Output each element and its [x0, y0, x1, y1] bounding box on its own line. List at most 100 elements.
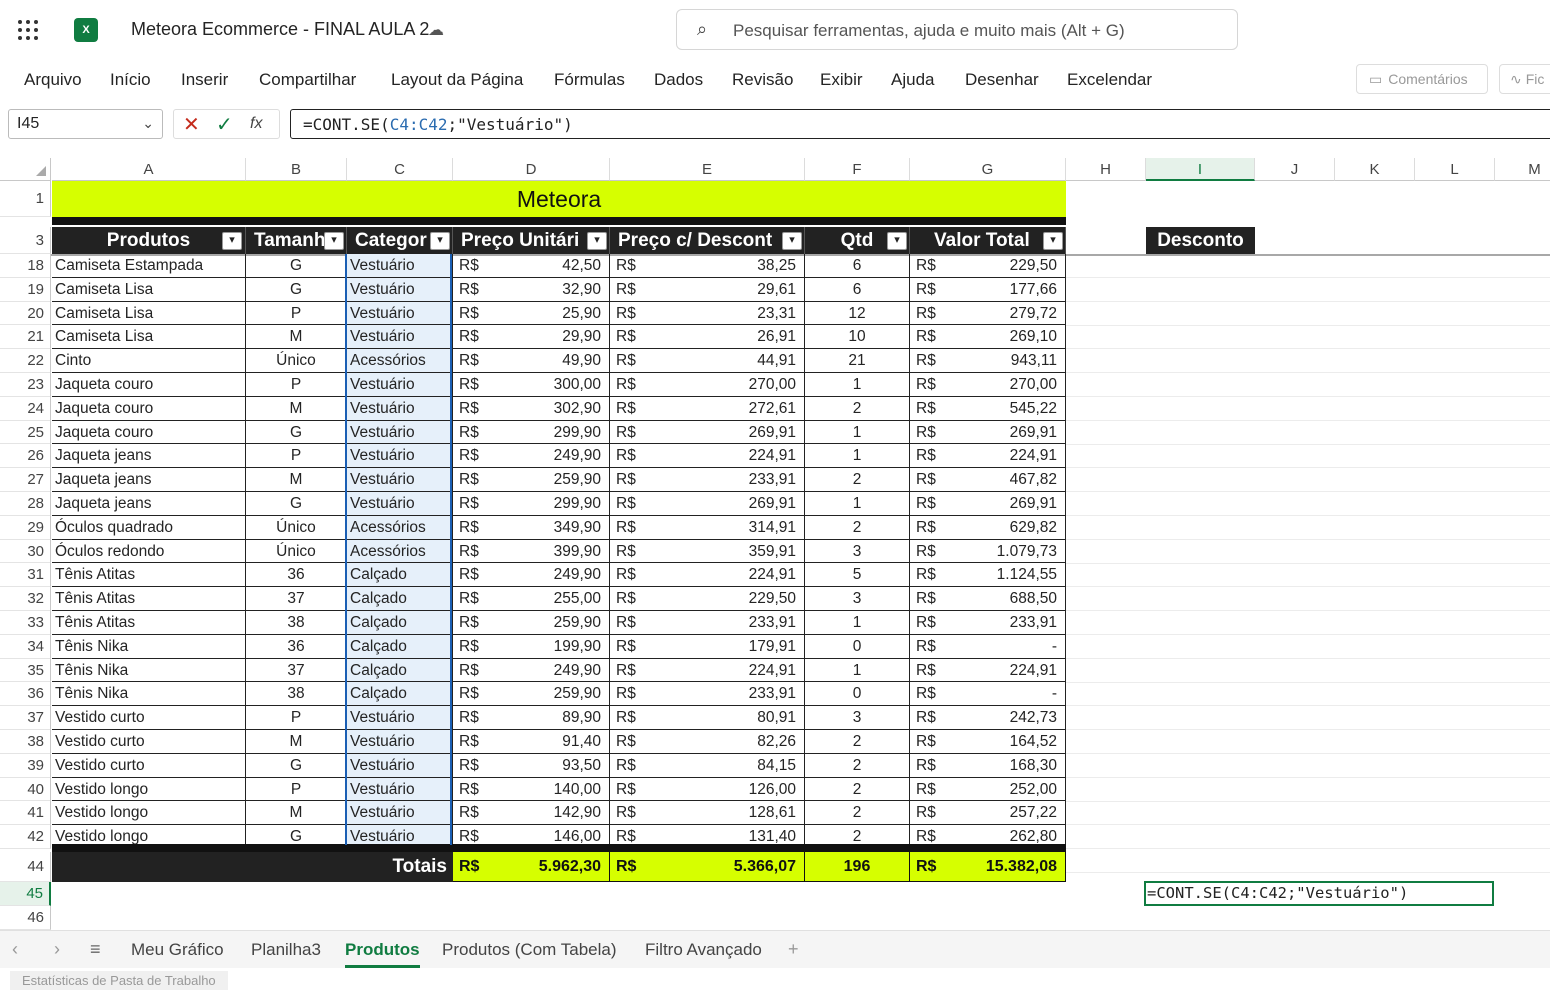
row-header[interactable]: 34 — [0, 635, 51, 659]
cell-qtd[interactable]: 1 — [805, 421, 910, 444]
row-header[interactable]: 18 — [0, 254, 51, 278]
cell-categoria[interactable]: Vestuário — [347, 801, 453, 825]
cell-preco-desconto[interactable]: R$ 29,61 — [610, 278, 805, 302]
cell-tamanho[interactable]: 36 — [246, 635, 347, 659]
cell-produto[interactable]: Camiseta Estampada — [52, 254, 246, 278]
document-title[interactable]: Meteora Ecommerce - FINAL AULA 2 — [131, 19, 429, 40]
cell-qtd[interactable]: 21 — [805, 349, 910, 373]
cell-qtd[interactable]: 2 — [805, 397, 910, 421]
search-box[interactable]: ⌕ Pesquisar ferramentas, ajuda e muito m… — [676, 9, 1238, 50]
cell-categoria[interactable]: Vestuário — [347, 754, 453, 778]
cell-qtd[interactable]: 1 — [805, 444, 910, 468]
cell-produto[interactable]: Jaqueta couro — [52, 421, 246, 444]
cell-preco-desconto[interactable]: R$ 314,91 — [610, 516, 805, 540]
cell-tamanho[interactable]: Único — [246, 540, 347, 563]
cell-preco-unitario[interactable]: R$ 140,00 — [453, 778, 610, 801]
formula-input[interactable]: =CONT.SE(C4:C42;"Vestuário") — [290, 109, 1550, 139]
insert-function-icon[interactable]: fx — [250, 115, 262, 133]
cell-categoria[interactable]: Vestuário — [347, 421, 453, 444]
cell-produto[interactable]: Jaqueta couro — [52, 373, 246, 397]
cell-categoria[interactable]: Calçado — [347, 659, 453, 682]
cell-categoria[interactable]: Vestuário — [347, 254, 453, 278]
row-header[interactable]: 37 — [0, 706, 51, 730]
cell-qtd[interactable]: 2 — [805, 516, 910, 540]
comments-button[interactable]: ▭ Comentários — [1356, 64, 1488, 94]
header-produtos[interactable]: Produtos — [52, 227, 246, 254]
filter-dropdown-icon[interactable]: ▾ — [782, 232, 802, 250]
cell-tamanho[interactable]: M — [246, 397, 347, 421]
cell-preco-desconto[interactable]: R$ 269,91 — [610, 421, 805, 444]
sheet-tab[interactable]: Planilha3 — [251, 940, 321, 960]
cell-valor-total[interactable]: R$ 270,00 — [910, 373, 1066, 397]
cell-preco-unitario[interactable]: R$ 142,90 — [453, 801, 610, 825]
cell-valor-total[interactable]: R$ 269,91 — [910, 492, 1066, 516]
cell-categoria[interactable]: Vestuário — [347, 278, 453, 302]
cell-produto[interactable]: Vestido curto — [52, 754, 246, 778]
saved-cloud-icon[interactable]: ☁ — [428, 20, 444, 40]
worksheet-grid[interactable]: Meteora Produtos Tamanh Categor Preço Un… — [0, 158, 1550, 930]
row-header[interactable]: 39 — [0, 754, 51, 778]
add-sheet-button[interactable]: + — [788, 939, 799, 960]
cell-tamanho[interactable]: G — [246, 254, 347, 278]
cell-preco-desconto[interactable]: R$ 233,91 — [610, 468, 805, 492]
cell-produto[interactable]: Jaqueta jeans — [52, 444, 246, 468]
ribbon-tab[interactable]: Arquivo — [24, 70, 82, 90]
cell-categoria[interactable]: Vestuário — [347, 302, 453, 325]
ribbon-tab[interactable]: Excelendar — [1067, 70, 1152, 90]
cell-qtd[interactable]: 1 — [805, 373, 910, 397]
cell-produto[interactable]: Jaqueta couro — [52, 397, 246, 421]
desconto-header[interactable]: Desconto — [1146, 227, 1255, 254]
ribbon-tab[interactable]: Inserir — [181, 70, 228, 90]
cell-preco-desconto[interactable]: R$ 179,91 — [610, 635, 805, 659]
cell-preco-unitario[interactable]: R$ 25,90 — [453, 302, 610, 325]
cell-preco-unitario[interactable]: R$ 49,90 — [453, 349, 610, 373]
cell-valor-total[interactable]: R$ - — [910, 682, 1066, 706]
cell-qtd[interactable]: 3 — [805, 540, 910, 563]
row-header[interactable]: 38 — [0, 730, 51, 754]
row-header[interactable]: 32 — [0, 587, 51, 611]
cell-preco-desconto[interactable]: R$ 23,31 — [610, 302, 805, 325]
column-header[interactable]: K — [1335, 158, 1415, 181]
name-box[interactable]: I45 ⌄ — [8, 109, 163, 139]
cell-preco-desconto[interactable]: R$ 233,91 — [610, 611, 805, 635]
cell-tamanho[interactable]: M — [246, 468, 347, 492]
cell-qtd[interactable]: 12 — [805, 302, 910, 325]
cell-preco-desconto[interactable]: R$ 26,91 — [610, 325, 805, 349]
previous-sheet-icon[interactable]: ‹ — [12, 939, 18, 960]
cell-preco-unitario[interactable]: R$ 259,90 — [453, 682, 610, 706]
cell-valor-total[interactable]: R$ 224,91 — [910, 659, 1066, 682]
column-header[interactable]: J — [1255, 158, 1335, 181]
cell-produto[interactable]: Tênis Nika — [52, 682, 246, 706]
row-header[interactable]: 23 — [0, 373, 51, 397]
cell-preco-desconto[interactable]: R$ 229,50 — [610, 587, 805, 611]
cell-categoria[interactable]: Vestuário — [347, 325, 453, 349]
cell-preco-desconto[interactable]: R$ 80,91 — [610, 706, 805, 730]
cell-preco-unitario[interactable]: R$ 199,90 — [453, 635, 610, 659]
cell-categoria[interactable]: Acessórios — [347, 349, 453, 373]
cell-valor-total[interactable]: R$ 545,22 — [910, 397, 1066, 421]
row-header[interactable]: 41 — [0, 801, 51, 825]
cell-tamanho[interactable]: Único — [246, 516, 347, 540]
cell-categoria[interactable]: Calçado — [347, 635, 453, 659]
cell-tamanho[interactable]: 38 — [246, 611, 347, 635]
cell-tamanho[interactable]: P — [246, 706, 347, 730]
row-header[interactable]: 19 — [0, 278, 51, 302]
cell-preco-desconto[interactable]: R$ 224,91 — [610, 444, 805, 468]
cell-preco-unitario[interactable]: R$ 255,00 — [453, 587, 610, 611]
row-header[interactable]: 35 — [0, 659, 51, 682]
row-header[interactable]: 20 — [0, 302, 51, 325]
cell-produto[interactable]: Jaqueta jeans — [52, 468, 246, 492]
cell-valor-total[interactable]: R$ 229,50 — [910, 254, 1066, 278]
row-header[interactable]: 42 — [0, 825, 51, 849]
cell-valor-total[interactable]: R$ 233,91 — [910, 611, 1066, 635]
cell-tamanho[interactable]: G — [246, 421, 347, 444]
column-header[interactable]: M — [1495, 158, 1550, 181]
chevron-down-icon[interactable]: ⌄ — [142, 115, 154, 132]
cell-categoria[interactable]: Vestuário — [347, 444, 453, 468]
cell-produto[interactable]: Óculos quadrado — [52, 516, 246, 540]
cell-tamanho[interactable]: P — [246, 373, 347, 397]
column-header[interactable]: E — [610, 158, 805, 181]
cell-valor-total[interactable]: R$ 242,73 — [910, 706, 1066, 730]
cell-produto[interactable]: Tênis Atitas — [52, 587, 246, 611]
ribbon-tab[interactable]: Dados — [654, 70, 703, 90]
